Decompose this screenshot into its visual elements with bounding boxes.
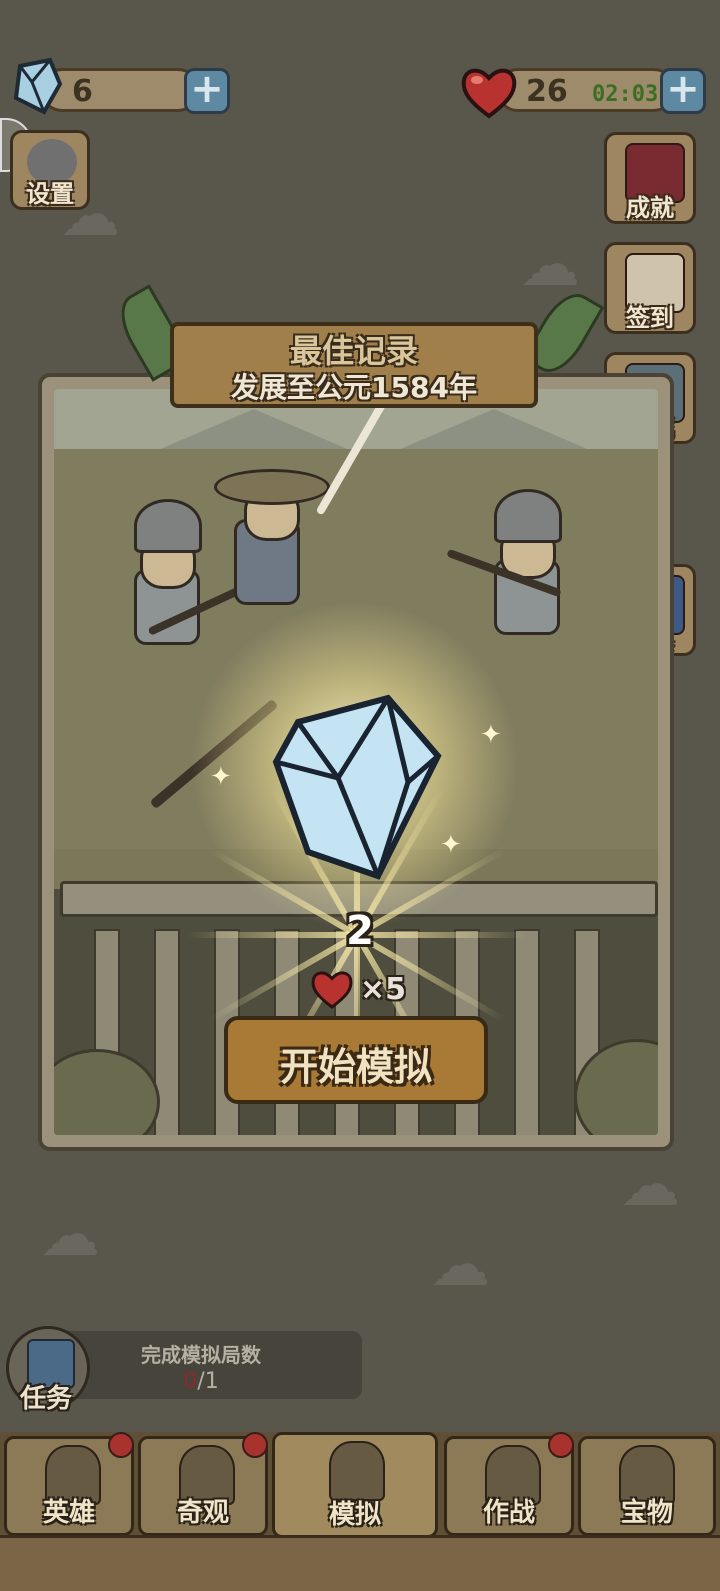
achievements-button[interactable]: 成就 bbox=[604, 132, 696, 224]
officer-with-plumed-hat bbox=[204, 390, 393, 609]
checkin-label: 签到 bbox=[626, 304, 674, 332]
best-record-banner: 最佳记录 发展至公元1584年 bbox=[170, 322, 538, 408]
best-record-subtitle: 发展至公元1584年 bbox=[231, 371, 477, 404]
heart-icon bbox=[310, 968, 354, 1010]
add-hearts-button[interactable]: + bbox=[660, 68, 706, 114]
sparkle-icon: ✦ bbox=[480, 720, 502, 750]
settings-label: 设置 bbox=[26, 180, 74, 208]
tab-simulate[interactable]: 模拟 bbox=[272, 1432, 438, 1538]
add-gems-button[interactable]: + bbox=[184, 68, 230, 114]
tab-treasure[interactable]: 宝物 bbox=[578, 1436, 716, 1536]
bg-decoration: ☁ bbox=[520, 230, 580, 300]
gem-count: 6 bbox=[72, 74, 93, 109]
crossbow-icon bbox=[329, 1441, 385, 1501]
bg-decoration: ☁ bbox=[430, 1230, 490, 1300]
bg-decoration: ☁ bbox=[620, 1150, 680, 1220]
tab-wonders-label: 奇观 bbox=[176, 1498, 229, 1528]
achievements-label: 成就 bbox=[626, 194, 674, 222]
tab-heroes-label: 英雄 bbox=[42, 1498, 95, 1528]
large-gem-icon bbox=[268, 692, 448, 882]
start-simulation-button[interactable]: 开始模拟 bbox=[224, 1016, 488, 1104]
notification-dot bbox=[108, 1432, 134, 1458]
gem-counter-bar bbox=[40, 68, 200, 112]
heart-count: 26 bbox=[526, 74, 568, 109]
heart-refill-timer: 02:03 bbox=[592, 82, 659, 107]
heart-icon bbox=[460, 64, 518, 120]
musketeer-soldier-right bbox=[446, 489, 584, 639]
notification-dot bbox=[242, 1432, 268, 1458]
task-label: 任务 bbox=[20, 1384, 73, 1414]
notification-dot bbox=[548, 1432, 574, 1458]
task-progress-total: /1 bbox=[197, 1369, 219, 1394]
bg-decoration: ☁ bbox=[40, 1200, 100, 1270]
sparkle-icon: ✦ bbox=[210, 762, 232, 792]
task-progress-current: 0 bbox=[183, 1369, 198, 1394]
heart-cost-label: ×5 bbox=[360, 972, 407, 1007]
tab-treasure-label: 宝物 bbox=[620, 1498, 673, 1528]
tab-simulate-label: 模拟 bbox=[328, 1500, 381, 1530]
bottom-nav-strip bbox=[0, 1535, 720, 1591]
checkin-button[interactable]: 签到 bbox=[604, 242, 696, 334]
reward-gem-count: 2 bbox=[346, 908, 374, 954]
tab-battle-label: 作战 bbox=[482, 1498, 535, 1528]
settings-button[interactable]: 设置 bbox=[10, 130, 90, 210]
start-simulation-label: 开始模拟 bbox=[279, 1045, 432, 1089]
gem-icon bbox=[10, 57, 63, 116]
